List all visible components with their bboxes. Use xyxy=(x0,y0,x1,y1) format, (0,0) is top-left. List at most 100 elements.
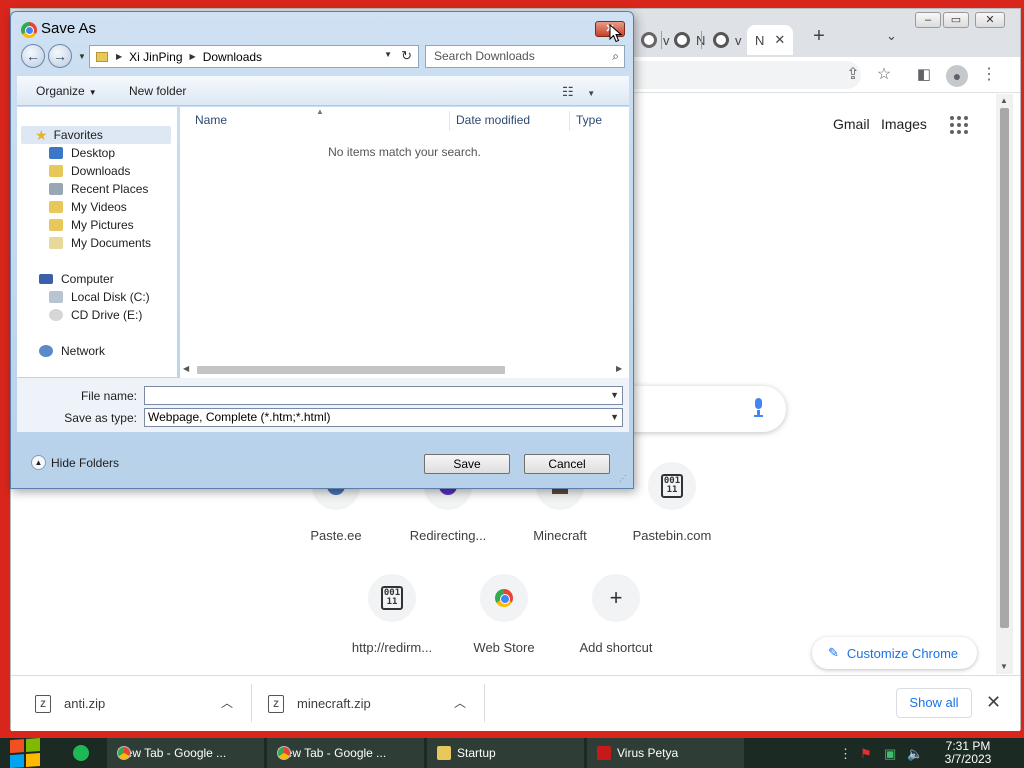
images-link[interactable]: Images xyxy=(881,116,927,132)
nav-my-pictures[interactable]: My Pictures xyxy=(49,216,134,234)
tray-overflow-icon[interactable]: ⋮ xyxy=(839,746,852,762)
taskbar-item-startup[interactable]: Startup xyxy=(427,738,585,768)
nav-my-documents[interactable]: My Documents xyxy=(49,234,151,252)
minimize-button[interactable]: – xyxy=(915,12,941,28)
page-scrollbar[interactable]: ▲ ▼ xyxy=(996,94,1013,674)
action-center-flag-icon[interactable]: ⚑ xyxy=(860,746,872,762)
close-downloads-icon[interactable]: ✕ xyxy=(986,692,1001,713)
chevron-up-icon[interactable]: ︿ xyxy=(221,694,233,711)
chevron-up-icon: ▲ xyxy=(31,455,46,470)
new-folder-button[interactable]: New folder xyxy=(129,84,186,98)
tab-active[interactable]: N ✕ xyxy=(747,25,793,55)
download-item-anti-zip[interactable]: Z xyxy=(35,676,51,732)
show-all-button[interactable]: Show all xyxy=(896,688,972,718)
nav-local-disk[interactable]: Local Disk (C:) xyxy=(49,288,150,306)
taskbar-item-chrome-2[interactable]: New Tab - Google ... xyxy=(267,738,425,768)
shortcut-redirm[interactable]: 001 11 http://redirm... xyxy=(336,574,448,655)
forward-button[interactable]: → xyxy=(48,44,72,68)
nav-desktop[interactable]: Desktop xyxy=(49,144,115,162)
back-button[interactable]: ← xyxy=(21,44,45,68)
hide-folders-button[interactable]: ▲ Hide Folders xyxy=(31,455,119,470)
scroll-right-icon[interactable]: ▶ xyxy=(616,364,622,373)
close-window-button[interactable]: ✕ xyxy=(975,12,1005,28)
more-menu-icon[interactable]: ⋮ xyxy=(979,65,999,85)
download-name[interactable]: minecraft.zip xyxy=(297,696,371,711)
organize-button[interactable]: Organize ▼ xyxy=(36,84,97,98)
customize-chrome-button[interactable]: ✎ Customize Chrome xyxy=(812,637,977,669)
tab-1[interactable]: v xyxy=(633,25,670,55)
bookmark-star-icon[interactable]: ☆ xyxy=(874,65,894,85)
videos-folder-icon xyxy=(49,201,63,213)
nav-computer[interactable]: Computer xyxy=(39,270,114,288)
taskbar-label: Startup xyxy=(457,746,496,760)
profile-avatar-icon: ● xyxy=(946,65,968,87)
tab-close-icon[interactable]: ✕ xyxy=(774,32,785,48)
column-divider[interactable] xyxy=(449,111,450,131)
breadcrumb-user[interactable]: Xi JinPing xyxy=(129,50,182,64)
share-icon[interactable]: ⇪ xyxy=(843,65,863,85)
chevron-down-icon[interactable]: ▼ xyxy=(610,409,619,426)
voice-search-icon[interactable] xyxy=(752,398,764,418)
volume-icon[interactable]: 🔈 xyxy=(907,746,923,762)
download-item-minecraft-zip[interactable]: Z xyxy=(268,676,284,732)
start-button[interactable] xyxy=(10,738,42,768)
chevron-down-icon[interactable]: ▼ xyxy=(610,387,619,404)
gmail-link[interactable]: Gmail xyxy=(833,116,870,132)
breadcrumb-chevron-icon[interactable]: ▶ xyxy=(116,52,122,61)
google-apps-icon[interactable] xyxy=(950,116,968,134)
save-button[interactable]: Save xyxy=(424,454,510,474)
nav-label: Computer xyxy=(61,272,114,286)
column-date-modified[interactable]: Date modified xyxy=(456,113,530,127)
chrome-icon xyxy=(117,746,131,760)
download-name[interactable]: anti.zip xyxy=(64,696,105,711)
tab-3[interactable]: v xyxy=(705,25,742,55)
scrollbar-thumb[interactable] xyxy=(197,366,505,374)
pencil-icon: ✎ xyxy=(828,645,839,660)
save-as-dialog: Save As ✕ ← → ▼ ▶ Xi JinPing ▶ Downloads… xyxy=(10,11,634,489)
refresh-icon[interactable]: ↻ xyxy=(401,48,412,64)
cancel-button[interactable]: Cancel xyxy=(524,454,610,474)
column-divider[interactable] xyxy=(569,111,570,131)
tab-search-button[interactable]: ⌄ xyxy=(886,28,897,44)
side-panel-icon[interactable]: ◧ xyxy=(914,65,934,85)
taskbar-label: New Tab - Google ... xyxy=(117,746,227,760)
spotify-icon[interactable] xyxy=(73,745,89,761)
file-name-field[interactable]: ▼ xyxy=(144,386,623,405)
profile-button[interactable]: ● xyxy=(946,65,968,87)
network-tray-icon[interactable]: ▣ xyxy=(884,746,896,762)
maximize-button[interactable]: ▭ xyxy=(943,12,969,28)
scroll-left-icon[interactable]: ◀ xyxy=(183,364,189,373)
taskbar-item-virus-petya[interactable]: Virus Petya xyxy=(587,738,745,768)
taskbar-item-chrome-1[interactable]: New Tab - Google ... xyxy=(107,738,265,768)
scroll-down-icon[interactable]: ▼ xyxy=(1000,662,1008,671)
shortcut-web-store[interactable]: Web Store xyxy=(448,574,560,655)
nav-downloads[interactable]: Downloads xyxy=(49,162,130,180)
column-type[interactable]: Type xyxy=(576,113,602,127)
nav-my-videos[interactable]: My Videos xyxy=(49,198,127,216)
tab-2[interactable]: N xyxy=(666,25,705,55)
nav-recent-places[interactable]: Recent Places xyxy=(49,180,148,198)
change-view-icon[interactable]: ☷ ▼ xyxy=(562,84,595,100)
scroll-up-icon[interactable]: ▲ xyxy=(1000,96,1008,105)
new-tab-button[interactable]: + xyxy=(809,26,829,46)
breadcrumb-downloads[interactable]: Downloads xyxy=(203,50,262,64)
recent-locations-icon[interactable]: ▼ xyxy=(78,52,86,61)
nav-cd-drive[interactable]: CD Drive (E:) xyxy=(49,306,142,324)
scrollbar-thumb[interactable] xyxy=(1000,108,1009,628)
column-name[interactable]: Name xyxy=(195,113,227,127)
chevron-up-icon[interactable]: ︿ xyxy=(454,694,466,711)
horizontal-scrollbar[interactable]: ◀ ▶ xyxy=(180,362,629,378)
resize-grip-icon[interactable]: ⋰ xyxy=(619,474,627,483)
nav-favorites[interactable]: ★ Favorites xyxy=(21,126,171,144)
network-icon xyxy=(39,345,53,357)
breadcrumb-chevron-icon[interactable]: ▶ xyxy=(190,52,196,61)
recent-places-icon xyxy=(49,183,63,195)
search-icon[interactable]: ⌕ xyxy=(612,46,619,67)
address-dropdown-icon[interactable]: ▼ xyxy=(384,50,392,59)
add-shortcut-button[interactable]: + Add shortcut xyxy=(560,574,672,655)
system-clock[interactable]: 7:31 PM 3/7/2023 xyxy=(938,740,998,766)
nav-network[interactable]: Network xyxy=(39,342,105,360)
save-type-select[interactable]: Webpage, Complete (*.htm;*.html) ▼ xyxy=(144,408,623,427)
address-bar[interactable]: ▶ Xi JinPing ▶ Downloads ▼ ↻ xyxy=(89,45,419,68)
search-downloads-input[interactable]: Search Downloads ⌕ xyxy=(425,45,625,68)
